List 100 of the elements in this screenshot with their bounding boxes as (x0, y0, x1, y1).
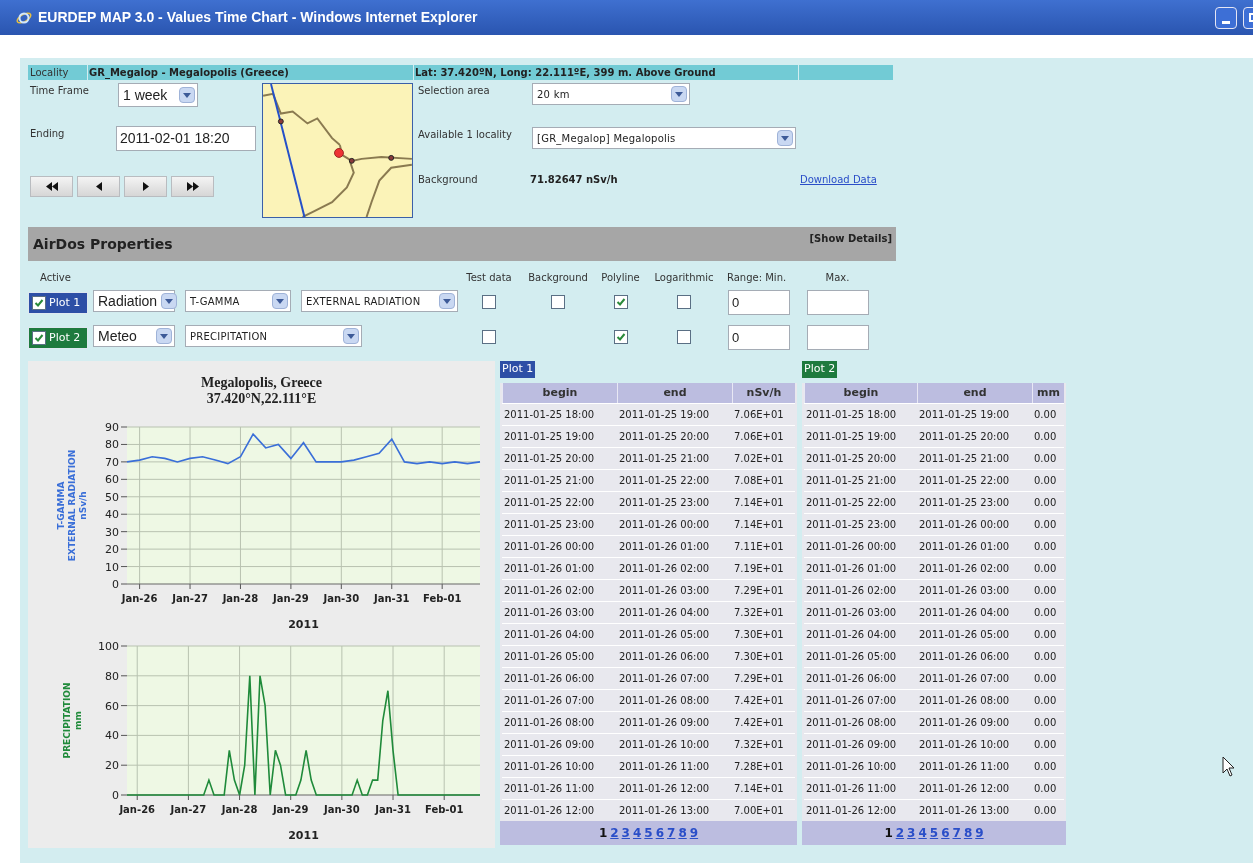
table-cell-text: 2011-01-25 19:00 (503, 430, 596, 444)
prev-button[interactable] (77, 176, 120, 197)
dropdown[interactable]: EXTERNAL RADIATION (301, 290, 458, 312)
page-link[interactable]: 3 (907, 824, 916, 842)
page-link[interactable]: 7 (667, 824, 676, 842)
max-field[interactable] (807, 290, 869, 315)
checkbox[interactable] (613, 295, 628, 309)
checkbox[interactable] (32, 296, 46, 310)
table-cell-text: 2011-01-26 00:00 (918, 518, 1011, 532)
section-title: AirDos Properties (33, 234, 173, 254)
checkbox[interactable] (482, 330, 496, 344)
min-field[interactable]: 0 (728, 325, 790, 350)
table-cell-text: 2011-01-25 21:00 (618, 452, 711, 466)
page-link[interactable]: 7 (952, 824, 961, 842)
table-cell-text: 2011-01-25 19:00 (918, 408, 1011, 422)
dropdown[interactable]: 1 week (118, 83, 198, 107)
page-link[interactable]: 9 (689, 824, 699, 842)
table-cell-text: 2011-01-26 09:00 (805, 738, 898, 752)
checkbox[interactable] (677, 330, 691, 344)
column-label: Max. (824, 271, 851, 285)
table-cell-text: 2011-01-26 08:00 (618, 694, 711, 708)
date-field[interactable]: 2011-02-01 18:20 (116, 126, 256, 151)
next-button[interactable] (124, 176, 167, 197)
page-link[interactable]: 4 (918, 824, 927, 842)
first-button[interactable] (30, 176, 73, 197)
table-cell-text: 2011-01-26 03:00 (918, 584, 1011, 598)
page-link[interactable]: 2 (610, 824, 619, 842)
table-cell-text: 0.00 (1033, 716, 1058, 730)
y-tick-label: 70 (105, 455, 119, 469)
dropdown[interactable]: Meteo (93, 325, 175, 347)
y-tick-label: 0 (112, 789, 119, 802)
table-cell-text: 2011-01-25 23:00 (805, 518, 898, 532)
table-cell-text: 2011-01-25 19:00 (805, 430, 898, 444)
page-link[interactable]: 4 (632, 824, 642, 842)
table-cell-text: 2011-01-26 04:00 (503, 628, 596, 642)
download-link[interactable]: Download Data (800, 172, 877, 187)
page-link[interactable]: 8 (678, 824, 687, 842)
caret-icon (272, 293, 288, 309)
table-cell-text: 7.00E+01 (733, 804, 785, 818)
table-cell-text: 0.00 (1033, 496, 1058, 510)
checkbox[interactable] (613, 330, 628, 344)
table-cell-text: 2011-01-25 21:00 (503, 474, 596, 488)
table-cell-text: 7.30E+01 (733, 650, 785, 664)
table-cell-text: 2011-01-26 01:00 (618, 540, 711, 554)
table-cell-text: 0.00 (1033, 804, 1058, 818)
page-link[interactable]: 8 (963, 824, 973, 842)
cursor-icon (1222, 756, 1235, 777)
dropdown[interactable]: 20 km (532, 83, 690, 105)
column-header: begin (502, 383, 617, 403)
table-cell-text: 7.19E+01 (733, 562, 785, 576)
page-link[interactable]: 1 (884, 824, 893, 842)
caret-icon (156, 328, 172, 344)
table-cell-text: 2011-01-25 20:00 (618, 430, 711, 444)
table-cell-text: 0.00 (1033, 672, 1058, 686)
page-link[interactable]: 6 (655, 824, 665, 842)
minimize-button[interactable] (1215, 6, 1237, 29)
checkbox[interactable] (677, 295, 691, 309)
table-cell-text: 2011-01-26 00:00 (618, 518, 711, 532)
triangle-icon (142, 182, 149, 191)
dropdown[interactable]: Radiation (93, 290, 175, 312)
dropdown[interactable]: PRECIPITATION (185, 325, 362, 347)
checkbox[interactable] (482, 295, 496, 309)
page-link[interactable]: 1 (598, 824, 608, 842)
checkbox[interactable] (551, 295, 565, 309)
max-field[interactable] (807, 325, 869, 350)
field-label: Time Frame (29, 84, 90, 98)
table-cell-text: 2011-01-26 04:00 (918, 606, 1011, 620)
table-cell-text: 2011-01-26 09:00 (503, 738, 596, 752)
table-cell-text: 2011-01-25 20:00 (918, 430, 1011, 444)
table-cell-text: 0.00 (1033, 474, 1058, 488)
table-cell-text: 2011-01-26 05:00 (805, 650, 898, 664)
table-cell-text: 0.00 (1033, 694, 1058, 708)
table-cell-text: 2011-01-26 12:00 (918, 782, 1011, 796)
page-link[interactable]: 6 (941, 824, 950, 842)
y-tick-label: 20 (105, 543, 119, 557)
checkbox[interactable] (32, 331, 46, 345)
show-details-link[interactable]: [Show Details] (809, 227, 892, 246)
page-link[interactable]: 9 (975, 824, 984, 842)
dropdown[interactable]: T-GAMMA (185, 290, 291, 312)
last-button[interactable] (171, 176, 214, 197)
table-cell-text: 2011-01-26 10:00 (918, 738, 1011, 752)
table-cell-text: 7.32E+01 (733, 606, 785, 620)
x-tick-label: Feb-01 (424, 804, 464, 815)
table-cell-text: 2011-01-25 20:00 (503, 452, 596, 466)
table-cell-text: 2011-01-26 06:00 (503, 672, 596, 686)
column-header: nSv/h (732, 383, 795, 403)
page-link[interactable]: 2 (895, 824, 905, 842)
y-tick-label: 40 (105, 729, 119, 743)
page-link[interactable]: 5 (644, 824, 653, 842)
table-cell-text: 2011-01-26 12:00 (503, 804, 596, 818)
double-triangle-icon (186, 182, 199, 191)
min-field[interactable]: 0 (728, 290, 790, 315)
y-tick-label: 40 (105, 508, 119, 522)
table-cell-text: 2011-01-25 22:00 (503, 496, 596, 510)
page-link[interactable]: 5 (929, 824, 939, 842)
y-tick-label: 20 (105, 759, 119, 773)
chart-title: Megalopolis, Greece (200, 375, 322, 391)
table-cell-text: 2011-01-26 11:00 (618, 760, 711, 774)
dropdown[interactable]: [GR_Megalop] Megalopolis (532, 127, 796, 149)
page-link[interactable]: 3 (621, 824, 630, 842)
